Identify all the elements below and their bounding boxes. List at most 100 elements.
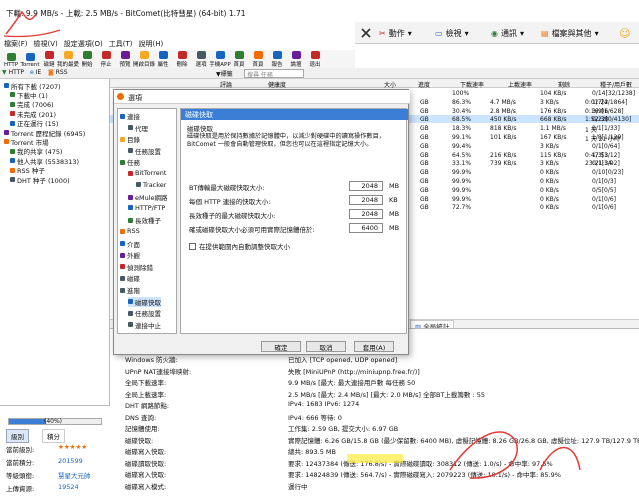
sidebar-item[interactable]: 正在運行 (15) xyxy=(10,119,58,128)
tab-points[interactable]: 積分 xyxy=(42,429,65,443)
sidebar-item[interactable]: 未完成 (201) xyxy=(10,109,56,119)
column-header[interactable]: 種子/用戶數 xyxy=(600,80,632,89)
table-cell: GB xyxy=(420,204,429,212)
cancel-button[interactable]: 取消 xyxy=(306,341,346,352)
toolbar-button-2[interactable]: 磁鏈 xyxy=(40,50,58,68)
column-header[interactable]: 評論 xyxy=(220,80,232,89)
table-cell: 0/1[1/92] xyxy=(592,160,620,168)
toolbar-button-13[interactable]: 首頁 xyxy=(249,50,267,68)
toolbar-button-3[interactable]: 我的最愛 xyxy=(57,50,79,68)
tree-item-icon xyxy=(128,310,133,316)
options-tree-item[interactable]: 任務設置 xyxy=(128,308,161,318)
column-header[interactable]: 上載速率 xyxy=(508,80,532,89)
toolbar-button-4[interactable]: 開始 xyxy=(78,50,96,68)
menu-item-1[interactable]: 檢視(V) xyxy=(34,39,58,49)
options-tree-item[interactable]: 任務設置 xyxy=(128,146,161,156)
options-tree-item[interactable]: Tracker xyxy=(136,181,166,189)
toolbar-button-11[interactable]: 手機APP xyxy=(209,50,231,68)
view-menu[interactable]: ▭ 檢視 ▾ xyxy=(435,26,469,40)
menu-item-3[interactable]: 工具(T) xyxy=(109,39,133,49)
tab-rss[interactable]: ◙ RSS xyxy=(48,69,68,76)
toolbar-button-0[interactable]: HTTP xyxy=(2,50,20,68)
toolbar-button-5[interactable]: 停止 xyxy=(97,50,115,68)
options-tree-item[interactable]: 代理 xyxy=(128,123,148,133)
column-header[interactable]: 下載速率 xyxy=(460,80,484,89)
tree-item-icon xyxy=(120,113,125,119)
tree-item-label: 介面 xyxy=(127,240,140,249)
close-icon[interactable] xyxy=(361,26,371,40)
toolbar-icon xyxy=(177,51,187,59)
menu-item-0[interactable]: 檔案(F) xyxy=(4,39,28,49)
options-tree-item[interactable]: HTTP/FTP xyxy=(128,204,165,212)
tree-item-icon xyxy=(128,205,133,211)
toolbar-button-1[interactable]: Torrent xyxy=(20,50,40,68)
toolbar-button-14[interactable]: 報告 xyxy=(268,50,286,68)
options-tree-item[interactable]: RSS xyxy=(120,227,140,235)
toolbar-button-8[interactable]: 屬性 xyxy=(154,50,172,68)
toolbar-button-10[interactable]: 選項 xyxy=(192,50,210,68)
smiley-icon[interactable]: ☺ xyxy=(619,26,630,40)
toolbar-button-7[interactable]: 開啟目錄 xyxy=(133,50,155,68)
sidebar-item[interactable]: RSS 种子 xyxy=(10,166,45,175)
sidebar-item[interactable]: 下載中 (1) xyxy=(10,90,48,100)
sidebar-item-icon xyxy=(10,148,15,154)
tag-filter[interactable]: ▼標籤 xyxy=(216,69,233,78)
sidebar-item[interactable]: 他人共享 (5538313) xyxy=(10,156,79,166)
toolbar-button-9[interactable]: 刪除 xyxy=(173,50,191,68)
options-tree-item[interactable]: 偵測除錯 xyxy=(120,262,153,272)
options-tree-item[interactable]: 任務 xyxy=(120,157,140,167)
options-tree-item[interactable]: 進階 xyxy=(120,285,140,295)
options-tree-item[interactable]: 介面 xyxy=(120,239,140,249)
menu-item-2[interactable]: 設定選項(O) xyxy=(64,39,103,49)
menu-item-4[interactable]: 說明(H) xyxy=(139,39,164,49)
sidebar-item[interactable]: DHT 种子 (1000) xyxy=(10,175,70,185)
tree-item-label: 任務 xyxy=(127,159,140,168)
table-cell: 0 KB/s xyxy=(540,178,559,185)
tab-ie[interactable]: e IE xyxy=(30,69,41,76)
tree-item-icon xyxy=(128,148,133,154)
sidebar-item[interactable]: 我的共享 (475) xyxy=(10,147,63,156)
comm-menu[interactable]: ◉ 通訊 ▾ xyxy=(491,26,524,40)
sidebar-item[interactable]: 完成 (7006) xyxy=(10,100,54,109)
options-tree-item[interactable]: 目錄 xyxy=(120,134,140,144)
column-header[interactable]: 大小 xyxy=(384,80,396,89)
options-tree-item[interactable]: 連接 xyxy=(120,111,140,121)
toolbar-icon xyxy=(63,51,73,59)
options-tree-item[interactable]: 長效種子 xyxy=(128,215,161,225)
actions-menu[interactable]: ✂ 動作 ▾ xyxy=(379,26,412,40)
table-cell: 176 KB/s xyxy=(540,107,567,115)
tab-level[interactable]: 級別 xyxy=(6,429,29,443)
auto-adjust-checkbox[interactable]: 在提供範圍內自動調整快取大小 xyxy=(189,241,290,251)
toolbar-button-15[interactable]: 論壇 xyxy=(287,50,305,68)
toolbar-button-16[interactable]: 退出 xyxy=(306,50,324,68)
toolbar-button-12[interactable]: 首頁 xyxy=(230,50,248,68)
ok-button[interactable]: 確定 xyxy=(261,341,301,352)
options-tree-item[interactable]: BitTorrent xyxy=(128,169,166,177)
sidebar-item[interactable]: Torrent 市場 xyxy=(4,137,49,147)
toolbar-button-6[interactable]: 預覽 xyxy=(116,50,134,68)
field-input[interactable]: 6400 xyxy=(349,223,383,233)
checkbox-box[interactable] xyxy=(189,242,196,250)
stat-value: 總共: 893.5 MB xyxy=(288,448,336,456)
table-cell: GB xyxy=(420,125,429,133)
files-menu[interactable]: ▤ 檔案與其他 ▾ xyxy=(541,26,599,40)
options-tree-item[interactable]: 連接中止 xyxy=(128,320,161,330)
toolbar-icon xyxy=(215,51,225,59)
sidebar-item[interactable]: 所有下載 (7207) xyxy=(4,81,61,91)
table-cell: 86.3% xyxy=(452,98,472,106)
field-input[interactable]: 2048 xyxy=(349,181,383,191)
apply-button[interactable]: 套用(A) xyxy=(354,341,394,352)
search-input[interactable]: 搜尋 任務 xyxy=(244,69,304,79)
column-header[interactable]: 健康度 xyxy=(268,80,286,89)
tab-http[interactable]: ▼ HTTP xyxy=(2,69,24,76)
column-header[interactable]: 剩餘 xyxy=(558,80,570,89)
options-tree-item[interactable]: 磁碟快取 xyxy=(128,296,161,307)
column-header[interactable]: 進度 xyxy=(418,80,430,89)
options-tree-item[interactable]: 磁碟 xyxy=(120,273,140,283)
options-tree-item[interactable]: eMule網路 xyxy=(128,192,168,202)
tree-item-icon xyxy=(120,275,125,281)
options-tree-item[interactable]: 外觀 xyxy=(120,250,140,260)
sidebar-item[interactable]: Torrent 歷程紀錄 (6945) xyxy=(4,128,85,138)
field-input[interactable]: 2048 xyxy=(349,195,383,205)
field-input[interactable]: 2048 xyxy=(349,209,383,219)
